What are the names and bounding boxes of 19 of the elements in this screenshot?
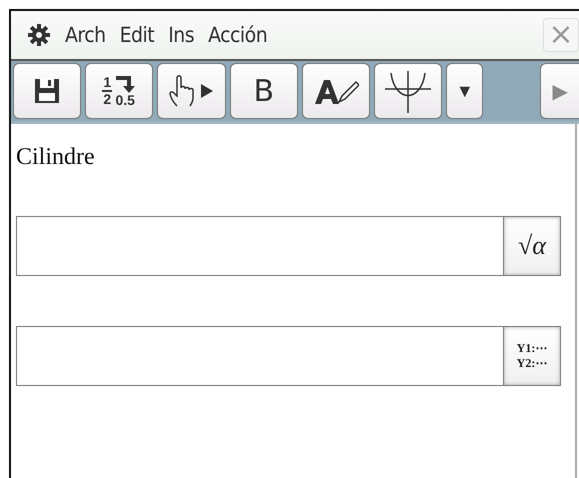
input-field[interactable] — [16, 326, 503, 386]
dropdown-button[interactable]: ▼ — [446, 63, 484, 119]
graph-function-button[interactable]: Y1:⋯ Y2:⋯ — [503, 326, 561, 386]
input-field[interactable] — [16, 216, 503, 276]
pointer-button[interactable] — [157, 63, 226, 119]
menu-item[interactable]: Edit — [120, 23, 154, 47]
text-format-button[interactable] — [302, 63, 370, 119]
graph-button[interactable] — [374, 63, 442, 119]
arrow-icon — [114, 75, 136, 93]
fraction-convert-button[interactable]: 1 2 0.5 — [85, 63, 154, 119]
menu-item[interactable]: Ins — [168, 23, 194, 47]
document-title: Cilindre — [16, 144, 96, 172]
bold-button[interactable]: B — [230, 63, 298, 119]
math-keyboard-button[interactable]: √α — [503, 216, 561, 276]
save-button[interactable] — [13, 63, 82, 119]
menu-item[interactable]: Arch — [65, 23, 106, 47]
settings-icon — [27, 23, 51, 47]
parabola-axes-icon — [383, 69, 434, 113]
menu-item[interactable]: Acción — [208, 23, 268, 47]
